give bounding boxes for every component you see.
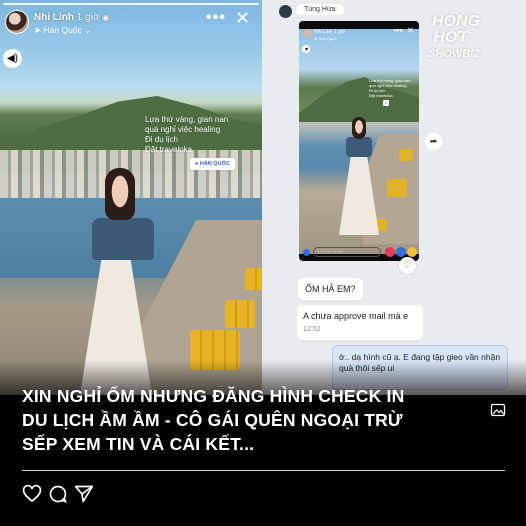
headline-line: DU LỊCH ẦM ẦM - CÔ GÁI QUÊN NGOẠI TRỪ [22,410,403,430]
story-photo [299,29,419,254]
globe-icon: ◉ [102,13,110,22]
location-arrow-icon: ➤ [314,36,318,41]
chat-screenshot: Tùng Hứa HÓNG HỚT SHOWBIZ Nhi Linh 1 giờ… [262,0,526,395]
mini-reply-input: Gửi tin nhắn... [313,247,381,257]
brand-line: HÓNG [431,13,480,30]
mini-location-text: Hàn Quốc [318,36,337,41]
heart-icon[interactable] [22,484,42,504]
location-sticker[interactable]: ● HÀN QUỐC [190,158,235,170]
more-options-icon: ••• [394,26,403,35]
share-arrow-icon[interactable]: ➦ [425,133,442,150]
divider [22,470,505,471]
close-icon: ✕ [407,26,414,35]
girl-figure-top [92,218,154,260]
brand-watermark: HÓNG HỚT SHOWBIZ [428,14,480,62]
story-location[interactable]: ➤ Hàn Quốc ⌄ [34,25,91,36]
avatar[interactable] [5,10,29,34]
caption-line: Đi du lịch [145,135,178,144]
avatar[interactable] [279,5,292,18]
message-text: A chưa approve mail mà e [303,311,409,321]
headline-line: SẾP XEM TIN VÀ CÁI KẾT... [22,434,255,454]
story-time: 1 giờ [76,12,100,23]
avatar [303,29,312,38]
post-headline: XIN NGHỈ ỐM NHƯNG ĐĂNG HÌNH CHECK IN DU … [22,384,512,456]
username-text[interactable]: Nhi Linh [34,12,74,23]
emoji-react-icon [407,247,417,257]
close-icon[interactable]: ✕ [235,8,250,29]
message-time: 12:52 [303,326,321,333]
barrier-block [225,300,255,328]
girl-figure-top [346,137,372,157]
mini-story-caption: Lựa thứ vàng, gian nan quá nghỉ việc hea… [369,78,411,98]
brand-line: HỚT [433,29,468,46]
brand-line: SHOWBIZ [428,48,480,60]
caption-line: quá nghỉ việc healing [145,125,221,134]
heart-react-icon [385,247,395,257]
shared-story-preview[interactable]: Nhi Linh 1 giờ ➤ Hàn Quốc ••• ✕ ◀ Lựa th… [299,21,419,261]
barrier-block [399,149,413,161]
mini-story-time: 1 giờ [333,29,346,35]
caption-line: Đặt traveloka [145,145,193,154]
heart-icon[interactable]: ♡ [399,257,416,274]
story-header: Nhi Linh 1 giờ ◉ ➤ Hàn Quốc ⌄ ••• ✕ [0,0,262,42]
location-sticker-text: HÀN QUỐC [199,161,230,167]
mini-story-location: ➤ Hàn Quốc [314,36,337,41]
mini-username-text: Nhi Linh [314,29,333,35]
story-location-text[interactable]: Hàn Quốc [44,25,82,35]
sound-icon: ◀ [302,45,310,53]
chat-contact-name[interactable]: Tùng Hứa [296,4,344,15]
caption-line: Lựa thứ vàng, gian nan [145,115,229,124]
barrier-block [387,179,407,197]
location-arrow-icon: ➤ [34,25,42,35]
send-icon[interactable] [74,484,94,504]
message-bubble: A chưa approve mail mà e 12:52 [297,305,423,340]
message-bubble: ỐM HẢ EM? [298,278,363,300]
chevron-down-icon: ⌄ [84,25,92,35]
girl-figure-head [352,117,366,139]
like-react-icon [396,247,406,257]
headline-line: XIN NGHỈ ỐM NHƯNG ĐĂNG HÌNH CHECK IN [22,386,405,406]
pin-icon: ● [195,161,199,167]
girl-figure-head [105,168,135,220]
barrier-block [245,268,262,290]
caption-line: Đặt traveloka [369,93,393,98]
story-screenshot: Nhi Linh 1 giờ ◉ ➤ Hàn Quốc ⌄ ••• ✕ ◀) L… [0,0,262,395]
comment-icon[interactable] [48,484,68,504]
message-text: ỐM HẢ EM? [305,284,356,294]
more-options-icon[interactable]: ••• [206,9,226,27]
camera-icon [303,249,310,256]
gallery-icon[interactable] [490,402,506,418]
story-caption: Lựa thứ vàng, gian nan quá nghỉ việc hea… [145,115,228,155]
sound-icon[interactable]: ◀) [3,49,22,68]
mini-story-username: Nhi Linh 1 giờ [314,29,345,35]
location-sticker: ● [383,100,389,106]
story-username[interactable]: Nhi Linh 1 giờ ◉ [34,12,109,23]
